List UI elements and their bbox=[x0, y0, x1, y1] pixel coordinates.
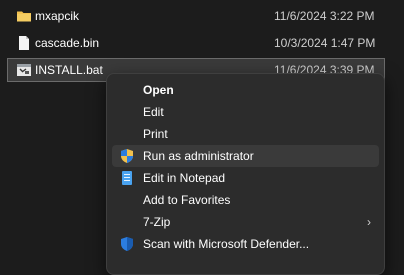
shield-icon bbox=[121, 149, 133, 163]
context-menu: Open Edit Print Run as administrator Edi… bbox=[106, 73, 385, 275]
batch-file-icon bbox=[17, 64, 31, 76]
file-name: cascade.bin bbox=[35, 36, 100, 50]
menu-item-edit-in-notepad[interactable]: Edit in Notepad bbox=[112, 167, 379, 189]
menu-item-label: Open bbox=[143, 83, 174, 97]
file-row-cascade-bin[interactable]: cascade.bin 10/3/2024 1:47 PM bbox=[8, 32, 384, 54]
file-icon bbox=[19, 36, 29, 50]
file-row-mxapcik[interactable]: mxapcik 11/6/2024 3:22 PM bbox=[8, 5, 384, 27]
menu-item-print[interactable]: Print bbox=[112, 123, 379, 145]
file-name: INSTALL.bat bbox=[35, 63, 103, 77]
file-date: 11/6/2024 3:22 PM bbox=[274, 9, 375, 23]
menu-item-label: Edit in Notepad bbox=[143, 171, 226, 185]
file-date: 10/3/2024 1:47 PM bbox=[274, 36, 376, 50]
file-name: mxapcik bbox=[35, 9, 80, 23]
defender-shield-icon bbox=[121, 237, 133, 251]
folder-icon bbox=[17, 11, 31, 22]
menu-item-label: Print bbox=[143, 127, 168, 141]
menu-item-open[interactable]: Open bbox=[112, 79, 379, 101]
menu-item-label: 7-Zip bbox=[143, 215, 171, 229]
menu-item-label: Scan with Microsoft Defender... bbox=[143, 237, 310, 251]
menu-item-label: Run as administrator bbox=[143, 149, 254, 163]
menu-item-edit[interactable]: Edit bbox=[112, 101, 379, 123]
menu-item-label: Add to Favorites bbox=[143, 193, 231, 207]
menu-item-scan-with-defender[interactable]: Scan with Microsoft Defender... bbox=[112, 233, 379, 255]
chevron-right-icon: › bbox=[367, 215, 371, 229]
menu-item-7-zip[interactable]: 7-Zip › bbox=[112, 211, 379, 233]
notepad-icon bbox=[122, 171, 132, 185]
menu-item-label: Edit bbox=[143, 105, 164, 119]
menu-item-add-to-favorites[interactable]: Add to Favorites bbox=[112, 189, 379, 211]
menu-item-run-as-administrator[interactable]: Run as administrator bbox=[112, 145, 379, 167]
